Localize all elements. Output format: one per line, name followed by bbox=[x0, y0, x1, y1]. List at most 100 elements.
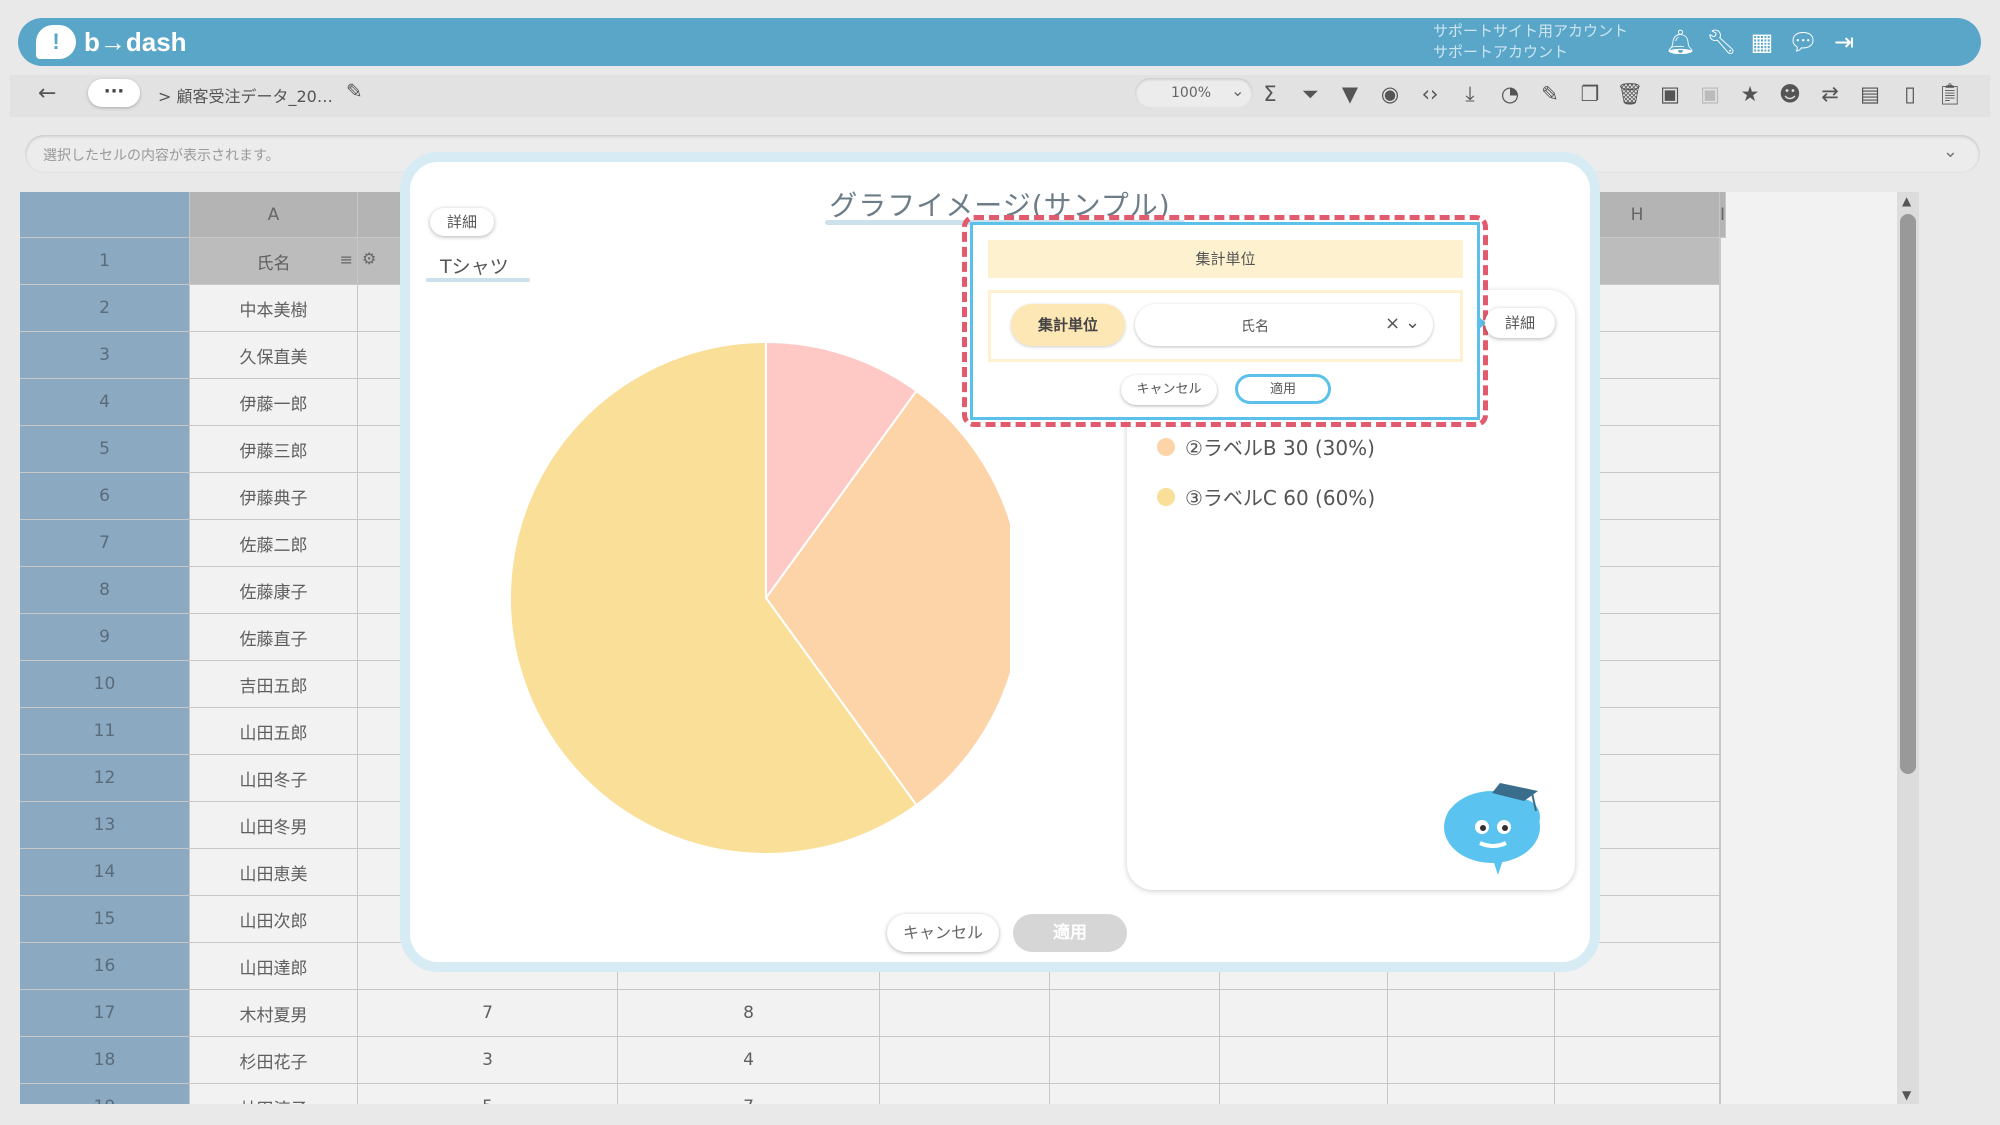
eye-icon[interactable]: ◉ bbox=[1376, 80, 1404, 108]
table-cell[interactable]: 山田冬子 bbox=[190, 755, 358, 802]
table-cell[interactable]: 5 bbox=[358, 1084, 618, 1104]
table-cell[interactable] bbox=[1388, 1084, 1555, 1104]
table-cell[interactable]: 杉田花子 bbox=[190, 1037, 358, 1084]
rename-pencil-icon[interactable]: ✎ bbox=[346, 79, 363, 103]
sum-icon[interactable]: Σ bbox=[1256, 80, 1284, 108]
copy-icon[interactable]: ❐ bbox=[1576, 80, 1604, 108]
apps-grid-icon[interactable]: ▦ bbox=[1747, 28, 1777, 56]
star-icon[interactable]: ★ bbox=[1736, 80, 1764, 108]
table-cell[interactable] bbox=[1720, 285, 1721, 332]
table-cell[interactable]: 7 bbox=[358, 990, 618, 1037]
table-cell[interactable]: 4 bbox=[618, 1037, 880, 1084]
row-header[interactable]: 4 bbox=[20, 379, 190, 426]
table-cell[interactable] bbox=[1555, 1084, 1720, 1104]
table-cell[interactable] bbox=[1720, 661, 1721, 708]
table-cell[interactable] bbox=[1220, 1037, 1388, 1084]
calendar-icon[interactable]: ▤ bbox=[1856, 80, 1884, 108]
column-header-a[interactable]: A bbox=[190, 192, 358, 238]
row-header[interactable]: 5 bbox=[20, 426, 190, 473]
chevron-down-icon[interactable]: ⌄ bbox=[1405, 312, 1420, 333]
table-cell[interactable] bbox=[1720, 708, 1721, 755]
back-arrow-icon[interactable]: ← bbox=[38, 81, 56, 106]
table-cell[interactable] bbox=[1555, 990, 1720, 1037]
user-check-icon[interactable]: ☻ bbox=[1776, 80, 1804, 108]
table-cell[interactable] bbox=[1555, 1037, 1720, 1084]
scroll-up-icon[interactable]: ▲ bbox=[1902, 194, 1911, 208]
popover-cancel-button[interactable]: キャンセル bbox=[1121, 375, 1217, 405]
row-header[interactable]: 8 bbox=[20, 567, 190, 614]
table-cell[interactable] bbox=[1720, 426, 1721, 473]
row-header[interactable]: 7 bbox=[20, 520, 190, 567]
row-header[interactable]: 13 bbox=[20, 802, 190, 849]
table-cell[interactable] bbox=[1720, 473, 1721, 520]
chevron-down-icon[interactable]: ⌄ bbox=[1943, 141, 1958, 162]
document-icon[interactable]: ▯ bbox=[1896, 80, 1924, 108]
column-filter-icon[interactable]: ≡ bbox=[340, 250, 353, 269]
table-cell[interactable]: 佐藤二郎 bbox=[190, 520, 358, 567]
table-cell[interactable]: 伊藤三郎 bbox=[190, 426, 358, 473]
table-cell[interactable]: 8 bbox=[618, 990, 880, 1037]
field-header-cell[interactable]: 氏名 ≡ bbox=[190, 238, 358, 285]
clear-icon[interactable]: × bbox=[1385, 313, 1400, 334]
table-cell[interactable]: 山田冬男 bbox=[190, 802, 358, 849]
table-cell[interactable] bbox=[1220, 1084, 1388, 1104]
row-header[interactable]: 12 bbox=[20, 755, 190, 802]
logo[interactable]: ! b→dash bbox=[36, 24, 187, 60]
cancel-button[interactable]: キャンセル bbox=[887, 914, 999, 952]
breadcrumb[interactable]: > 顧客受注データ_20… bbox=[158, 83, 333, 107]
sync-icon[interactable]: ⇄ bbox=[1816, 80, 1844, 108]
archive-icon[interactable]: ▣ bbox=[1656, 80, 1684, 108]
chart-icon[interactable]: ◔ bbox=[1496, 80, 1524, 108]
aggregation-unit-select[interactable]: 氏名 × ⌄ bbox=[1135, 304, 1433, 346]
wrench-icon[interactable]: 🔧︎ bbox=[1706, 28, 1736, 56]
row-header[interactable]: 6 bbox=[20, 473, 190, 520]
row-header[interactable]: 15 bbox=[20, 896, 190, 943]
table-cell[interactable] bbox=[1388, 990, 1555, 1037]
row-header[interactable]: 16 bbox=[20, 943, 190, 990]
table-cell[interactable]: 伊藤一郎 bbox=[190, 379, 358, 426]
scroll-down-icon[interactable]: ▼ bbox=[1902, 1088, 1911, 1102]
row-header[interactable]: 9 bbox=[20, 614, 190, 661]
clipboard-icon[interactable]: 📋︎ bbox=[1936, 80, 1964, 108]
zoom-select[interactable]: 100% ⌄ bbox=[1135, 78, 1253, 108]
field-header-cell[interactable] bbox=[1720, 238, 1721, 285]
column-header-i[interactable]: I bbox=[1720, 192, 1727, 238]
row-header[interactable]: 19 bbox=[20, 1084, 190, 1104]
table-cell[interactable] bbox=[1720, 1037, 1721, 1084]
row-header[interactable]: 11 bbox=[20, 708, 190, 755]
bell-icon[interactable]: 🔔︎ bbox=[1665, 28, 1695, 56]
table-cell[interactable] bbox=[1388, 1037, 1555, 1084]
table-cell[interactable]: 山田次郎 bbox=[190, 896, 358, 943]
table-cell[interactable]: 7 bbox=[618, 1084, 880, 1104]
table-cell[interactable]: 林田涼子 bbox=[190, 1084, 358, 1104]
table-cell[interactable] bbox=[1220, 990, 1388, 1037]
table-cell[interactable] bbox=[1720, 896, 1721, 943]
row-header[interactable]: 3 bbox=[20, 332, 190, 379]
table-cell[interactable]: 佐藤直子 bbox=[190, 614, 358, 661]
more-button[interactable]: ··· bbox=[88, 79, 140, 107]
table-cell[interactable]: 吉田五郎 bbox=[190, 661, 358, 708]
table-cell[interactable] bbox=[1720, 1084, 1721, 1104]
table-cell[interactable]: 中本美樹 bbox=[190, 285, 358, 332]
table-cell[interactable] bbox=[1720, 614, 1721, 661]
row-header[interactable]: 2 bbox=[20, 285, 190, 332]
vertical-scrollbar[interactable]: ▲ ▼ bbox=[1897, 192, 1919, 1104]
table-cell[interactable]: 佐藤康子 bbox=[190, 567, 358, 614]
account-info[interactable]: サポートサイト用アカウント サポートアカウント bbox=[1433, 21, 1628, 63]
row-header[interactable]: 14 bbox=[20, 849, 190, 896]
table-cell[interactable]: 山田達郎 bbox=[190, 943, 358, 990]
logout-icon[interactable]: ⇥ bbox=[1829, 28, 1859, 56]
table-cell[interactable] bbox=[1720, 755, 1721, 802]
table-cell[interactable] bbox=[1720, 567, 1721, 614]
row-header[interactable]: 17 bbox=[20, 990, 190, 1037]
table-cell[interactable] bbox=[1720, 379, 1721, 426]
row-header[interactable]: 10 bbox=[20, 661, 190, 708]
table-cell[interactable] bbox=[880, 1037, 1050, 1084]
code-icon[interactable]: ‹› bbox=[1416, 80, 1444, 108]
table-cell[interactable] bbox=[1720, 849, 1721, 896]
filter-clear-icon[interactable]: ⏷ bbox=[1296, 80, 1324, 108]
table-cell[interactable] bbox=[1720, 332, 1721, 379]
table-cell[interactable]: 山田恵美 bbox=[190, 849, 358, 896]
edit-icon[interactable]: ✎ bbox=[1536, 80, 1564, 108]
table-cell[interactable] bbox=[1720, 520, 1721, 567]
